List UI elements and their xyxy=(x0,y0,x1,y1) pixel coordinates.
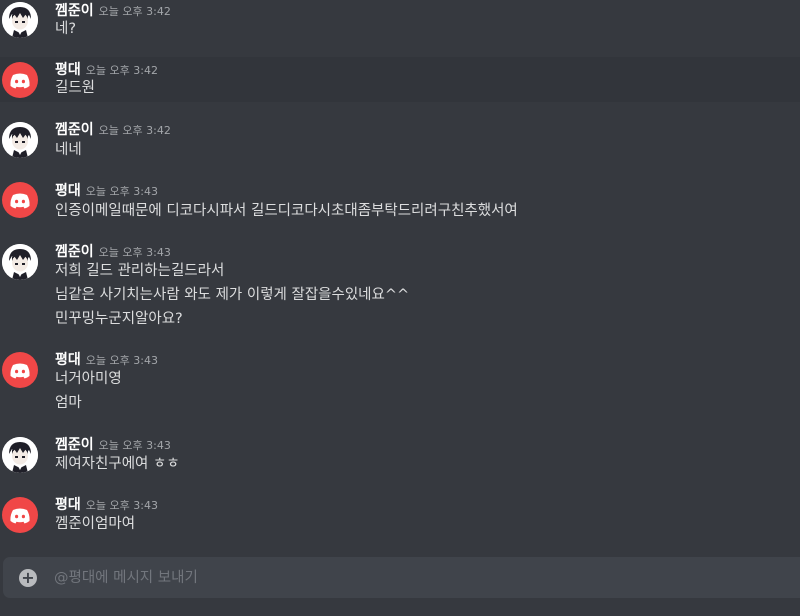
message-composer: + xyxy=(3,557,800,598)
timestamp: 오늘 오후 3:43 xyxy=(98,246,171,259)
avatar[interactable] xyxy=(2,122,38,158)
message-group: 껨준이 오늘 오후 3:43 저희 길드 관리하는길드라서 님같은 사기치는사람 … xyxy=(0,238,800,338)
message-group: 평대 오늘 오후 3:43 인증이메일때문에 디코다시파서 길드디코다시초대좀부탁… xyxy=(0,177,800,227)
avatar[interactable] xyxy=(2,497,38,533)
message-text: 네네 xyxy=(55,142,82,158)
timestamp: 오늘 오후 3:42 xyxy=(85,64,158,77)
avatar[interactable] xyxy=(2,2,38,38)
message-input[interactable] xyxy=(54,567,754,589)
anime-boy-avatar-icon xyxy=(2,244,38,280)
author-name[interactable]: 평대 xyxy=(55,62,81,78)
message-text: 껨준이엄마여 xyxy=(55,516,136,532)
author-name[interactable]: 껨준이 xyxy=(55,244,94,260)
author-name[interactable]: 평대 xyxy=(55,183,81,199)
plus-circle-icon[interactable]: + xyxy=(19,569,37,587)
author-name[interactable]: 평대 xyxy=(55,497,81,513)
message-group: 평대 오늘 오후 3:43 껨준이엄마여 xyxy=(0,491,800,543)
discord-logo-icon xyxy=(10,508,30,524)
message-group: 평대 오늘 오후 3:43 너거아미영 엄마 xyxy=(0,346,800,422)
message-group: 껨준이 오늘 오후 3:43 제여자친구에여 ㅎㅎ xyxy=(0,431,800,483)
message-group: 껨준이 오늘 오후 3:42 네? xyxy=(0,0,800,48)
timestamp: 오늘 오후 3:43 xyxy=(85,499,158,512)
message-group: 평대 오늘 오후 3:42 길드원 xyxy=(0,57,800,102)
discord-logo-icon xyxy=(10,363,30,379)
chat-window: 껨준이 오늘 오후 3:42 네? 평대 오늘 오후 3:42 길드원 껨준이 … xyxy=(0,0,800,616)
avatar[interactable] xyxy=(2,437,38,473)
discord-logo-icon xyxy=(10,193,30,209)
author-name[interactable]: 껨준이 xyxy=(55,122,94,138)
message-text: 길드원 xyxy=(55,80,96,96)
author-name[interactable]: 껨준이 xyxy=(55,437,94,453)
message-text: 민꾸밍누군지알아요? xyxy=(55,311,183,327)
message-text: 인증이메일때문에 디코다시파서 길드디코다시초대좀부탁드리려구친추했서여 xyxy=(55,203,518,219)
timestamp: 오늘 오후 3:42 xyxy=(98,124,171,137)
avatar[interactable] xyxy=(2,182,38,218)
timestamp: 오늘 오후 3:43 xyxy=(85,354,158,367)
message-text: 네? xyxy=(55,21,77,37)
timestamp: 오늘 오후 3:43 xyxy=(85,185,158,198)
anime-boy-avatar-icon xyxy=(2,437,38,473)
discord-logo-icon xyxy=(10,73,30,89)
message-text: 제여자친구에여 ㅎㅎ xyxy=(55,456,180,472)
avatar[interactable] xyxy=(2,62,38,98)
anime-boy-avatar-icon xyxy=(2,122,38,158)
anime-boy-avatar-icon xyxy=(2,2,38,38)
message-text: 엄마 xyxy=(55,395,82,411)
message-group: 껨준이 오늘 오후 3:42 네네 xyxy=(0,116,800,166)
avatar[interactable] xyxy=(2,352,38,388)
message-text: 너거아미영 xyxy=(55,371,122,387)
author-name[interactable]: 평대 xyxy=(55,352,81,368)
avatar[interactable] xyxy=(2,244,38,280)
timestamp: 오늘 오후 3:42 xyxy=(98,5,171,18)
message-text: 님같은 사기치는사람 와도 제가 이렇게 잘잡을수있네요^^ xyxy=(55,287,410,303)
message-text: 저희 길드 관리하는길드라서 xyxy=(55,263,225,279)
author-name[interactable]: 껨준이 xyxy=(55,3,94,19)
timestamp: 오늘 오후 3:43 xyxy=(98,439,171,452)
